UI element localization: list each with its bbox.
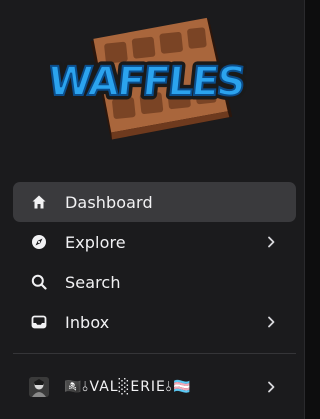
nav-divider bbox=[13, 353, 296, 354]
chevron-right-icon bbox=[264, 379, 278, 395]
nav-item-search[interactable]: Search bbox=[13, 262, 296, 302]
main-nav: Dashboard Explore Search Inbox bbox=[13, 182, 296, 342]
user-avatar bbox=[29, 377, 49, 397]
compass-icon bbox=[30, 233, 48, 251]
nav-item-explore[interactable]: Explore bbox=[13, 222, 296, 262]
chevron-right-icon bbox=[264, 314, 278, 330]
nav-item-label: Search bbox=[65, 272, 121, 292]
user-name: 🏴‍☠️⫰VAL░ERIE⫰🏳️‍⚧️ bbox=[64, 379, 192, 395]
sidebar: WAFFLES WAFFLES Dashboard Explore Search… bbox=[0, 0, 305, 419]
nav-item-inbox[interactable]: Inbox bbox=[13, 302, 296, 342]
nav-item-dashboard[interactable]: Dashboard bbox=[13, 182, 296, 222]
waffles-logo[interactable]: WAFFLES WAFFLES bbox=[41, 15, 255, 145]
chevron-right-icon bbox=[264, 234, 278, 250]
nav-item-label: Explore bbox=[65, 232, 126, 252]
nav-item-label: Dashboard bbox=[65, 192, 153, 212]
home-icon bbox=[30, 193, 48, 211]
nav-item-label: Inbox bbox=[65, 312, 110, 332]
waffle-logo-image: WAFFLES WAFFLES bbox=[41, 17, 251, 140]
user-menu[interactable]: 🏴‍☠️⫰VAL░ERIE⫰🏳️‍⚧️ bbox=[13, 367, 296, 407]
inbox-icon bbox=[30, 313, 48, 331]
logo-text-fill: WAFFLES bbox=[50, 59, 246, 105]
search-icon bbox=[30, 273, 48, 291]
